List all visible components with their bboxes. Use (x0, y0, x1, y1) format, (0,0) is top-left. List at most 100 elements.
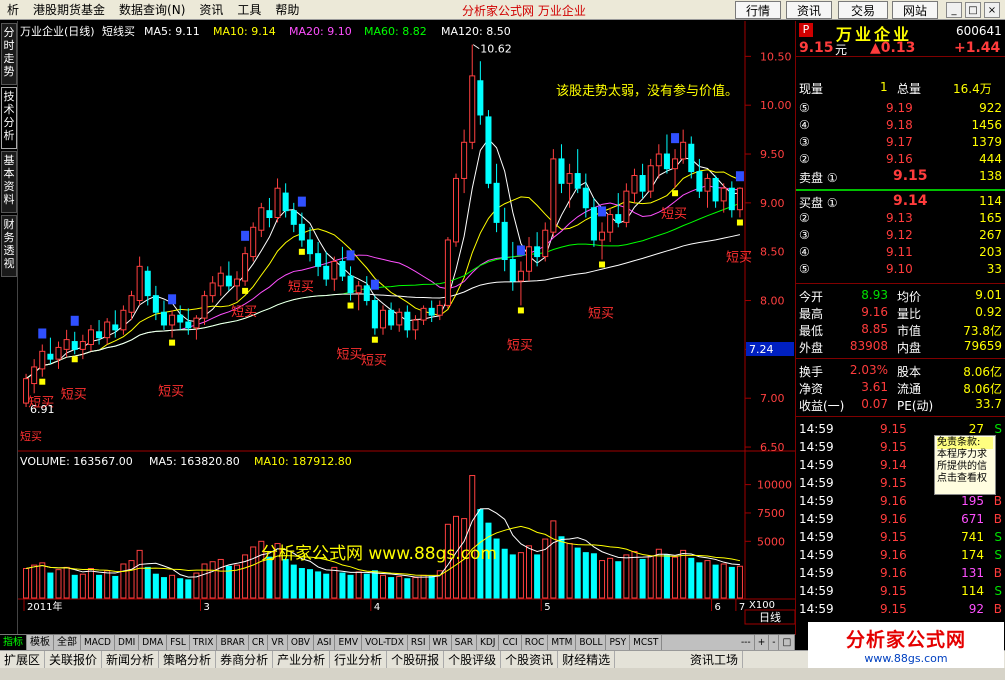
website-button[interactable]: 网站 (892, 1, 938, 19)
indicator-tab[interactable]: VOL-TDX (362, 634, 408, 651)
stat-value: 3.61 (861, 380, 888, 394)
indicator-tab[interactable]: 指标 (0, 634, 27, 651)
indicator-tab[interactable]: 全部 (54, 634, 81, 651)
menu-item-hk-futures[interactable]: 港股期货基金 (26, 1, 112, 18)
indicator-tab[interactable]: TRIX (190, 634, 218, 651)
indicator-control[interactable]: □ (779, 634, 795, 651)
indicator-tab[interactable]: BRAR (217, 634, 249, 651)
bottom-tab[interactable]: 个股评级 (444, 650, 502, 669)
menu-item-data-query[interactable]: 数据查询(N) (112, 1, 192, 18)
indicator-tab[interactable]: RSI (408, 634, 430, 651)
tab-intraday[interactable]: 分时走势 (1, 23, 17, 85)
tick-price: 9.15 (880, 530, 907, 544)
pin-badge[interactable]: P (799, 23, 813, 37)
menu-item-help[interactable]: 帮助 (268, 1, 306, 18)
bottom-tab[interactable]: 新闻分析 (102, 650, 160, 669)
indicator-control[interactable]: - (769, 634, 780, 651)
order-price: 9.14 (893, 193, 928, 209)
indicator-tab[interactable]: EMV (335, 634, 363, 651)
bottom-tab[interactable]: 产业分析 (273, 650, 331, 669)
menu-item-analysis[interactable]: 析 (0, 1, 26, 18)
indicator-tab[interactable]: DMA (139, 634, 168, 651)
candle-body (404, 311, 411, 331)
tab-basic-info[interactable]: 基本资料 (1, 151, 17, 213)
order-price: 9.10 (886, 262, 913, 276)
signal-marker-top (346, 250, 355, 261)
bottom-tab[interactable]: 财经精选 (558, 650, 616, 669)
bottom-tab[interactable]: 个股资讯 (501, 650, 559, 669)
indicator-tab[interactable]: 模板 (27, 634, 54, 651)
bid-row: ② 9.13 165 (796, 210, 1005, 227)
minimize-button[interactable]: _ (946, 2, 962, 18)
volume-bar (169, 574, 176, 599)
stat-label: 今开 (799, 290, 824, 304)
candle-body (590, 207, 597, 241)
stat-value: 79659 (963, 339, 1002, 353)
stat-value: 8.93 (861, 288, 888, 302)
candle-body (193, 317, 200, 329)
candle-body (315, 253, 322, 267)
indicator-tab[interactable]: ROC (522, 634, 549, 651)
bottom-tab[interactable]: 策略分析 (159, 650, 217, 669)
indicator-tab[interactable]: CR (249, 634, 269, 651)
volume-ma5-readout: MA5: 163820.80 (149, 455, 240, 468)
indicator-tab[interactable]: BOLL (576, 634, 607, 651)
indicator-tab[interactable]: DMI (115, 634, 140, 651)
indicator-tab[interactable]: WR (430, 634, 452, 651)
maximize-button[interactable]: □ (965, 2, 981, 18)
close-button[interactable]: × (984, 2, 1000, 18)
signal-marker-top (297, 196, 306, 207)
info-button[interactable]: 资讯 (786, 1, 832, 19)
volume-bar (558, 536, 565, 599)
trade-button[interactable]: 交易 (838, 1, 888, 19)
indicator-tab[interactable]: CCI (499, 634, 522, 651)
indicator-tab[interactable]: SAR (452, 634, 477, 651)
volume-bar (388, 577, 395, 599)
candle-body (355, 285, 362, 294)
high-price-label: 10.62 (480, 43, 512, 56)
stat-value: 8.06亿 (963, 382, 1002, 396)
tab-technical[interactable]: 技术分析 (1, 87, 17, 149)
indicator-tab[interactable]: PSY (606, 634, 631, 651)
menu-item-news[interactable]: 资讯 (192, 1, 230, 18)
indicator-control[interactable]: --- (738, 634, 755, 651)
candle-body (282, 192, 289, 212)
menu-item-tools[interactable]: 工具 (230, 1, 268, 18)
indicator-control[interactable]: + (755, 634, 770, 651)
indicator-tab[interactable]: VR (268, 634, 288, 651)
kline-chart[interactable]: 6.507.007.508.008.509.009.5010.0010.50 5… (18, 21, 795, 634)
volume-bar (396, 575, 403, 599)
tick-volume: 174 (961, 548, 984, 562)
indicator-tab[interactable]: FSL (167, 634, 190, 651)
quote-button[interactable]: 行情 (735, 1, 781, 19)
indicator-tab[interactable]: MACD (81, 634, 115, 651)
bottom-tab[interactable]: 券商分析 (216, 650, 274, 669)
bottom-tab[interactable]: 行业分析 (330, 650, 388, 669)
price-tick-label: 8.00 (760, 295, 785, 308)
indicator-tab[interactable]: KDJ (477, 634, 500, 651)
volume-bar (47, 572, 54, 599)
candle-body (225, 275, 232, 287)
ma20-readout: MA20: 9.10 (289, 25, 352, 38)
volume-bar (152, 573, 159, 599)
indicator-tab[interactable]: ASI (314, 634, 336, 651)
candle-body (599, 231, 606, 241)
volume-bar (177, 578, 184, 599)
date-tick-label: 5 (544, 602, 550, 613)
volume-bar (298, 568, 305, 599)
indicator-tab-bar: 指标 模板 全部 MACD DMI DMA FSL TRIX BRAR CR VR OBV ASI EMV… (0, 634, 795, 651)
bottom-tab-info-workshop[interactable]: 资讯工场 (686, 650, 743, 669)
tick-direction: S (994, 548, 1002, 562)
chart-formula-name: 短线买 (102, 24, 135, 38)
disclaimer-tooltip[interactable]: 免责条款: 本程序力求 所提供的信 点击查看权 (934, 435, 996, 495)
indicator-tab[interactable]: OBV (288, 634, 314, 651)
tab-financial[interactable]: 财务透视 (1, 215, 17, 277)
bottom-tab[interactable]: 扩展区 (0, 650, 46, 669)
stat-value: 73.8亿 (963, 324, 1002, 338)
indicator-tab[interactable]: MCST (630, 634, 663, 651)
bottom-tab[interactable]: 关联报价 (45, 650, 103, 669)
candle-body (444, 239, 451, 306)
bottom-tab[interactable]: 个股研报 (387, 650, 445, 669)
volume-bar (339, 572, 346, 599)
indicator-tab[interactable]: MTM (548, 634, 577, 651)
